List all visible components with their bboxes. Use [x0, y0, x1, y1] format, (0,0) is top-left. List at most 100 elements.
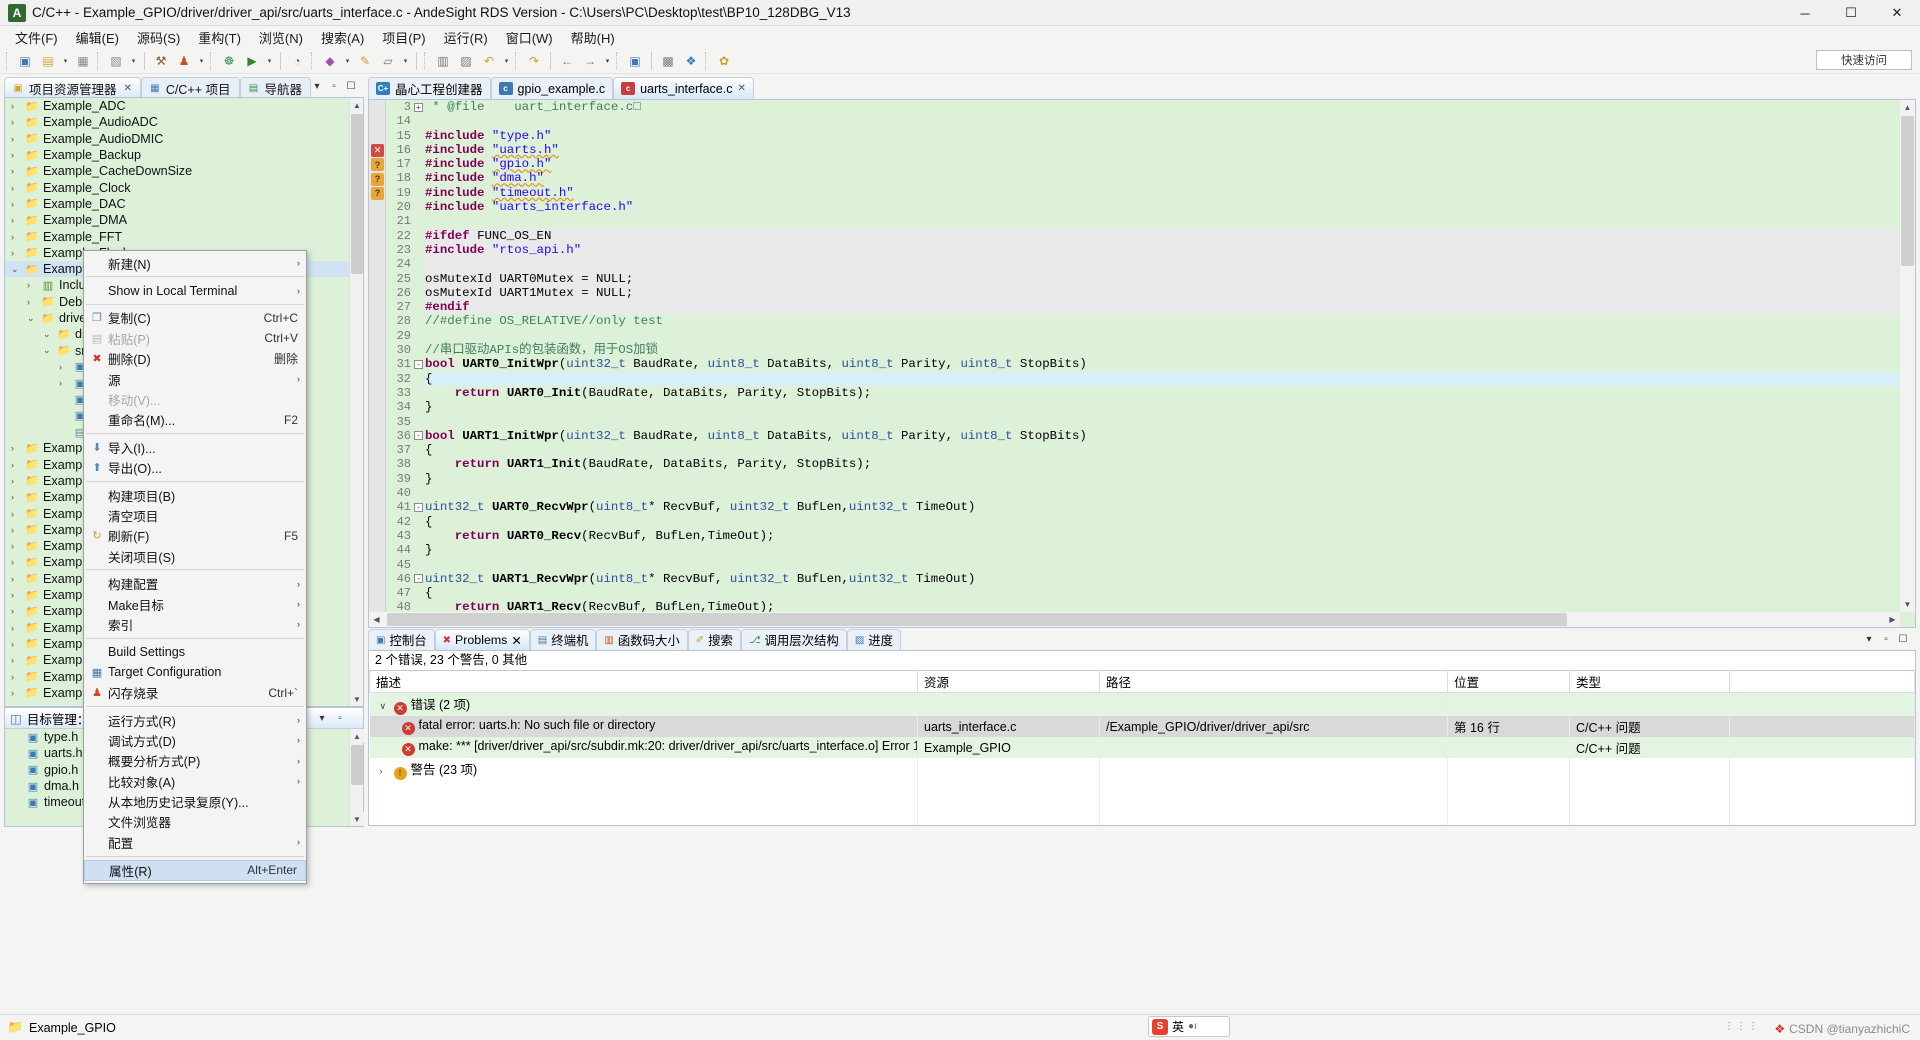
- problems-row[interactable]: ✕ make: *** [driver/driver_api/src/subdir…: [369, 737, 1915, 758]
- menu-4[interactable]: 重构(T): [189, 26, 250, 49]
- chevron-right-icon[interactable]: ›: [11, 215, 24, 225]
- chevron-right-icon[interactable]: ›: [297, 374, 300, 384]
- fold-collapse-icon[interactable]: -: [414, 502, 423, 512]
- code-text[interactable]: * @file uart_interface.c□ #include "type…: [425, 100, 1899, 612]
- chevron-right-icon[interactable]: ›: [11, 443, 24, 453]
- maximize-button[interactable]: ☐: [1828, 0, 1874, 26]
- context-menu-item------r-[interactable]: 运行方式(R) ›: [84, 710, 306, 730]
- code-line[interactable]: }: [425, 472, 1899, 486]
- problems-column-1[interactable]: 描述: [369, 670, 918, 693]
- problems-tab-6[interactable]: ⎇ 调用层次结构: [740, 629, 847, 650]
- code-line[interactable]: [425, 415, 1899, 429]
- problems-tab-2[interactable]: ✖ Problems ✕: [434, 629, 530, 650]
- problems-table[interactable]: 描述 资源 路径 位置 类型 ∨ ✕ 错误 (2 项) ✕ fatal error: uarts…: [369, 670, 1915, 825]
- chevron-right-icon[interactable]: ›: [11, 101, 24, 111]
- chevron-down-icon[interactable]: ⌄: [27, 313, 40, 324]
- minimize-button[interactable]: ─: [1782, 0, 1828, 26]
- warning-marker-icon[interactable]: ?: [371, 186, 384, 200]
- chevron-down-icon[interactable]: ▾: [264, 50, 275, 72]
- code-line[interactable]: {: [425, 443, 1899, 457]
- editor-tab-2[interactable]: c gpio_example.c: [490, 77, 614, 99]
- profile-icon[interactable]: ◔: [286, 50, 308, 72]
- ime-indicator[interactable]: S 英 ●ı: [1148, 1016, 1230, 1037]
- chevron-down-icon[interactable]: ▾: [400, 50, 411, 72]
- chevron-right-icon[interactable]: ›: [11, 557, 24, 567]
- marker-column[interactable]: ✕???: [369, 100, 386, 612]
- code-line[interactable]: [425, 558, 1899, 572]
- problems-column-4[interactable]: 位置: [1447, 670, 1570, 693]
- folding-column[interactable]: + - - - -: [413, 100, 424, 612]
- code-line[interactable]: {: [425, 371, 1899, 386]
- open-element-icon[interactable]: ▨: [455, 50, 477, 72]
- problems-minimize-icon[interactable]: ▫: [1879, 632, 1893, 646]
- explorer-scrollbar[interactable]: ▲ ▼: [349, 98, 363, 706]
- back-icon[interactable]: ↶: [478, 50, 500, 72]
- code-line[interactable]: [425, 114, 1899, 128]
- perspective-1-icon[interactable]: ▣: [624, 50, 646, 72]
- new-class-icon[interactable]: ◆: [319, 50, 341, 72]
- menu-5[interactable]: 浏览(N): [250, 26, 312, 49]
- explorer-tab-3[interactable]: ▤ 导航器: [239, 77, 312, 98]
- code-line[interactable]: #ifdef FUNC_OS_EN: [425, 228, 1899, 243]
- code-line[interactable]: bool UART1_InitWpr(uint32_t BaudRate, ui…: [425, 429, 1899, 443]
- code-line[interactable]: uint32_t UART0_RecvWpr(uint8_t* RecvBuf,…: [425, 500, 1899, 514]
- problems-row[interactable]: ∨ ✕ 错误 (2 项): [369, 692, 1915, 716]
- editor-body[interactable]: ✕??? 3 14 15 16 17 18 19 20 21 22 23 24 25 26 27 28 29 30…: [368, 99, 1916, 628]
- new-wizard-icon[interactable]: ▣: [14, 50, 36, 72]
- editor-h-thumb[interactable]: [387, 613, 1567, 626]
- code-line[interactable]: #include "gpio.h": [425, 157, 1899, 171]
- chevron-right-icon[interactable]: ›: [11, 541, 24, 551]
- problems-row[interactable]: ›! 警告 (23 项): [369, 758, 1915, 781]
- chevron-right-icon[interactable]: ›: [11, 460, 24, 470]
- chevron-right-icon[interactable]: ›: [11, 150, 24, 160]
- menu-7[interactable]: 项目(P): [373, 26, 434, 49]
- perspective-3-icon[interactable]: ❖: [680, 50, 702, 72]
- save-all-icon[interactable]: ▧: [105, 50, 127, 72]
- problems-row[interactable]: ✕ fatal error: uarts.h: No such file or d…: [369, 716, 1915, 737]
- context-menu-item----f-[interactable]: ↻ 刷新(F) F5: [84, 526, 306, 546]
- scroll-up-icon[interactable]: ▲: [350, 98, 363, 112]
- problems-column-5[interactable]: 类型: [1569, 670, 1730, 693]
- code-line[interactable]: [425, 486, 1899, 500]
- context-menu-item----c-[interactable]: ❐ 复制(C) Ctrl+C: [84, 308, 306, 328]
- chevron-down-icon[interactable]: ⌄: [43, 329, 56, 340]
- tree-item-example_clock[interactable]: › 📁 Example_Clock: [5, 179, 349, 195]
- chevron-right-icon[interactable]: ›: [297, 837, 300, 847]
- close-button[interactable]: ✕: [1874, 0, 1920, 26]
- context-menu-item-----[interactable]: 构建配置 ›: [84, 573, 306, 593]
- chevron-right-icon[interactable]: ›: [27, 297, 40, 307]
- context-menu-item------[interactable]: 文件浏览器: [84, 812, 306, 832]
- editor-tab-1[interactable]: C+ 晶心工程创建器: [368, 77, 491, 99]
- code-line[interactable]: {: [425, 515, 1899, 529]
- menu-6[interactable]: 搜索(A): [312, 26, 373, 49]
- chevron-down-icon[interactable]: ⌄: [43, 345, 56, 356]
- chevron-right-icon[interactable]: ›: [297, 776, 300, 786]
- problems-tab-3[interactable]: ▤ 终端机: [529, 629, 597, 650]
- error-marker-icon[interactable]: ✕: [371, 143, 384, 157]
- code-line[interactable]: #include "rtos_api.h": [425, 242, 1899, 258]
- context-menu-item----i----[interactable]: ⬇ 导入(I)...: [84, 437, 306, 457]
- code-line[interactable]: {: [425, 586, 1899, 600]
- context-menu-item---[interactable]: 索引 ›: [84, 614, 306, 634]
- context-menu-item----r-[interactable]: 属性(R) Alt+Enter: [84, 859, 306, 881]
- context-menu-item---[interactable]: 配置 ›: [84, 832, 306, 852]
- chevron-right-icon[interactable]: ›: [59, 362, 72, 372]
- open-type-icon[interactable]: ▥: [432, 50, 454, 72]
- chevron-right-icon[interactable]: ›: [11, 655, 24, 665]
- minimize-icon[interactable]: ▫: [333, 711, 347, 725]
- tree-item-example_audioadc[interactable]: › 📁 Example_AudioADC: [5, 114, 349, 130]
- tree-item-example_adc[interactable]: › 📁 Example_ADC: [5, 98, 349, 114]
- code-line[interactable]: bool UART0_InitWpr(uint32_t BaudRate, ui…: [425, 357, 1899, 371]
- editor-scroll-down-icon[interactable]: ▼: [1900, 597, 1915, 612]
- marker-icon[interactable]: ✎: [354, 50, 376, 72]
- warning-marker-icon[interactable]: ?: [371, 172, 384, 186]
- explorer-tab-1[interactable]: ▣ 项目资源管理器 ✕: [4, 77, 141, 98]
- problems-column-3[interactable]: 路径: [1099, 670, 1448, 693]
- chevron-down-icon[interactable]: ▾: [196, 50, 207, 72]
- chevron-right-icon[interactable]: ›: [27, 280, 40, 290]
- problems-menu-icon[interactable]: ▾: [1862, 632, 1876, 646]
- editor-tab-3[interactable]: c uarts_interface.c ✕: [613, 77, 754, 99]
- code-line[interactable]: return UART0_Recv(RecvBuf, BufLen,TimeOu…: [425, 529, 1899, 543]
- warning-marker-icon[interactable]: ?: [371, 158, 384, 172]
- code-line[interactable]: return UART0_Init(BaudRate, DataBits, Pa…: [425, 386, 1899, 400]
